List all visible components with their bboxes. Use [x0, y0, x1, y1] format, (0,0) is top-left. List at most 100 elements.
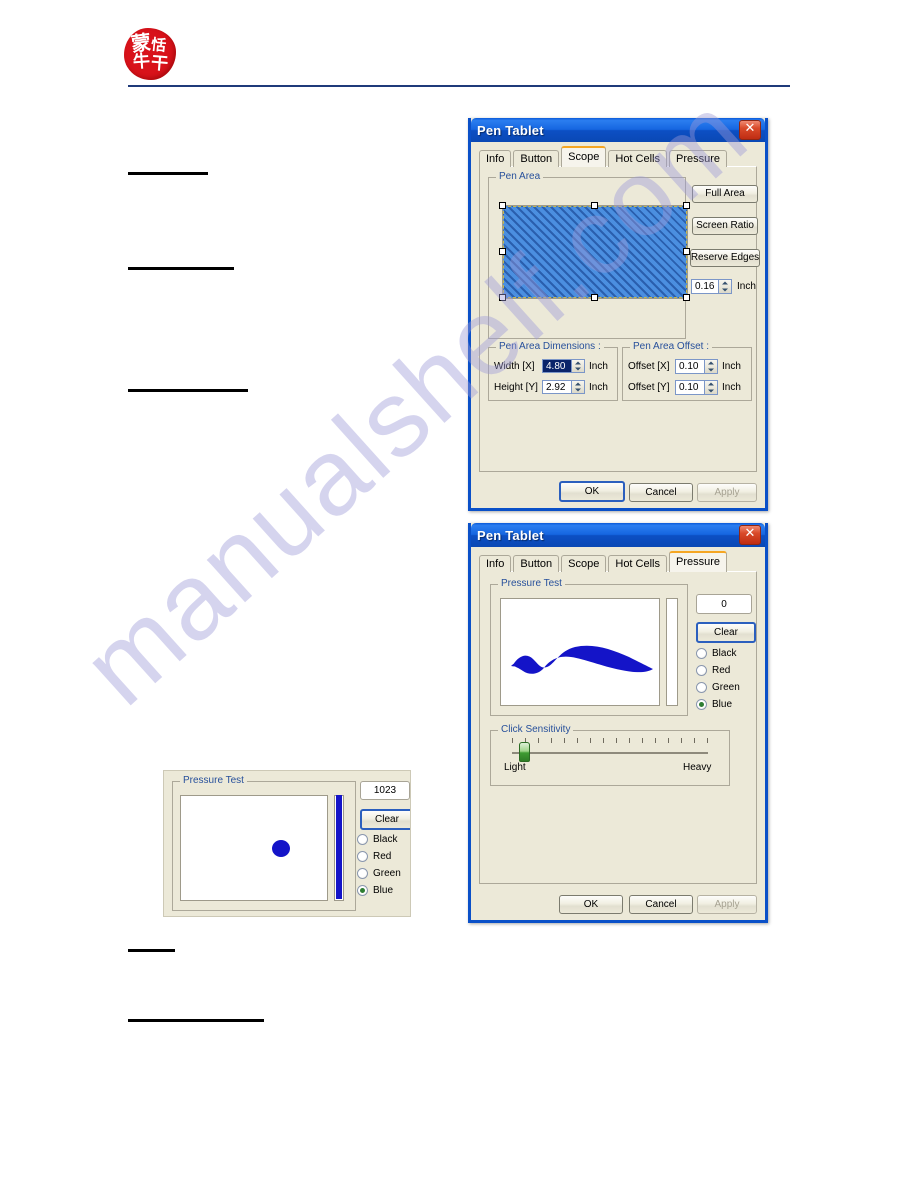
pressure-value-display: 0: [696, 594, 752, 614]
resize-handle-ne[interactable]: [683, 202, 690, 209]
dimensions-group-title: Pen Area Dimensions :: [496, 341, 604, 352]
tab-button[interactable]: Button: [513, 555, 560, 572]
resize-handle-n[interactable]: [591, 202, 598, 209]
tab-scope[interactable]: Scope: [561, 555, 607, 572]
cancel-button[interactable]: Cancel: [629, 895, 693, 914]
dialog-title: Pen Tablet: [477, 122, 544, 138]
reserve-edge-input[interactable]: 0.16: [691, 279, 719, 294]
titlebar[interactable]: Pen Tablet ✕: [471, 118, 765, 142]
inset-pressure-dot: [272, 840, 290, 857]
offset-y-row: Offset [Y] 0.10 Inch: [628, 380, 741, 395]
radio-row-green[interactable]: Green: [696, 682, 740, 693]
offset-x-input[interactable]: 0.10: [675, 359, 705, 374]
resize-handle-sw[interactable]: [499, 294, 506, 301]
cancel-button[interactable]: Cancel: [629, 483, 693, 502]
radio-icon-red[interactable]: [696, 665, 707, 676]
redacted-rule: [128, 172, 208, 175]
inset-radio-row-black[interactable]: Black: [357, 834, 401, 845]
dialog-body: Info Button Scope Hot Cells Pressure Pen…: [471, 142, 765, 508]
width-row: Width [X] 4.80 Inch: [494, 359, 608, 373]
ok-button[interactable]: OK: [559, 895, 623, 914]
sensitivity-thumb[interactable]: [519, 742, 531, 762]
screen-ratio-button[interactable]: Screen Ratio: [692, 217, 758, 235]
resize-handle-se[interactable]: [683, 294, 690, 301]
inset-radio-icon-blue[interactable]: [357, 885, 368, 896]
header-divider: [128, 85, 790, 87]
ok-button[interactable]: OK: [559, 481, 625, 502]
offset-y-unit: Inch: [722, 382, 741, 393]
close-icon[interactable]: ✕: [739, 525, 761, 545]
tab-pressure[interactable]: Pressure: [669, 150, 728, 167]
redacted-rule: [128, 1019, 264, 1022]
height-unit: Inch: [589, 381, 608, 393]
tab-info[interactable]: Info: [479, 150, 512, 167]
resize-handle-nw[interactable]: [499, 202, 506, 209]
tab-hot-cells[interactable]: Hot Cells: [608, 150, 667, 167]
pressure-draw-canvas[interactable]: [500, 598, 660, 706]
dialog-title: Pen Tablet: [477, 527, 544, 543]
inset-radio-row-blue[interactable]: Blue: [357, 885, 401, 896]
sensitivity-min-label: Light: [504, 762, 526, 773]
tab-scope[interactable]: Scope: [561, 146, 607, 167]
pen-tablet-scope-dialog[interactable]: Pen Tablet ✕ Info Button Scope Hot Cells…: [468, 118, 768, 511]
inset-group-title: Pressure Test: [180, 775, 247, 786]
height-stepper[interactable]: [572, 380, 585, 394]
close-icon[interactable]: ✕: [739, 120, 761, 140]
inset-radio-label-green: Green: [373, 868, 401, 879]
radio-row-black[interactable]: Black: [696, 648, 740, 659]
offset-x-stepper[interactable]: [705, 359, 718, 374]
pressure-test-inset[interactable]: Pressure Test 1023 Clear Black Red Green…: [163, 770, 411, 917]
tab-hot-cells[interactable]: Hot Cells: [608, 555, 667, 572]
sensitivity-track[interactable]: [512, 752, 708, 754]
radio-label-green: Green: [712, 682, 740, 693]
offset-y-stepper[interactable]: [705, 380, 718, 395]
height-input[interactable]: 2.92: [542, 380, 572, 394]
red-seal-logo: 蒙 恬 牛 干: [124, 28, 176, 80]
width-input[interactable]: 4.80: [542, 359, 572, 373]
reserve-edge-stepper[interactable]: [719, 279, 732, 294]
inset-radio-label-black: Black: [373, 834, 398, 845]
inset-clear-button[interactable]: Clear: [360, 809, 410, 830]
tab-button[interactable]: Button: [513, 150, 560, 167]
reserve-edges-button[interactable]: Reserve Edges: [690, 249, 760, 267]
pen-area-selection[interactable]: [503, 206, 687, 298]
pen-area-group-title: Pen Area: [496, 171, 544, 182]
radio-icon-black[interactable]: [696, 648, 707, 659]
radio-row-red[interactable]: Red: [696, 665, 740, 676]
titlebar[interactable]: Pen Tablet ✕: [471, 523, 765, 547]
tabpage-scope: Pen Area Full Area Screen Ratio Reserve …: [479, 166, 760, 472]
resize-handle-e[interactable]: [683, 248, 690, 255]
width-stepper[interactable]: [572, 359, 585, 373]
inset-color-radio-group: Black Red Green Blue: [357, 834, 401, 902]
radio-label-blue: Blue: [712, 699, 733, 710]
radio-icon-blue[interactable]: [696, 699, 707, 710]
tab-pressure[interactable]: Pressure: [669, 551, 728, 572]
edge-spinner-row: 0.16 Inch: [691, 279, 756, 294]
resize-handle-s[interactable]: [591, 294, 598, 301]
pen-area-canvas[interactable]: [499, 202, 690, 301]
full-area-button[interactable]: Full Area: [692, 185, 758, 203]
offset-group-title: Pen Area Offset :: [630, 341, 712, 352]
redacted-rule: [128, 267, 234, 270]
offset-y-input[interactable]: 0.10: [675, 380, 705, 395]
inset-radio-icon-green[interactable]: [357, 868, 368, 879]
inset-radio-label-blue: Blue: [373, 885, 394, 896]
inset-draw-canvas[interactable]: [180, 795, 328, 901]
inset-radio-row-green[interactable]: Green: [357, 868, 401, 879]
logo-glyph-4: 干: [150, 53, 169, 75]
resize-handle-w[interactable]: [499, 248, 506, 255]
radio-label-red: Red: [712, 665, 731, 676]
inset-radio-row-red[interactable]: Red: [357, 851, 401, 862]
radio-row-blue[interactable]: Blue: [696, 699, 740, 710]
pen-tablet-pressure-dialog[interactable]: Pen Tablet ✕ Info Button Scope Hot Cells…: [468, 523, 768, 923]
inset-radio-label-red: Red: [373, 851, 392, 862]
tab-info[interactable]: Info: [479, 555, 512, 572]
radio-icon-green[interactable]: [696, 682, 707, 693]
inset-radio-icon-red[interactable]: [357, 851, 368, 862]
inset-radio-icon-black[interactable]: [357, 834, 368, 845]
logo-glyph-2: 恬: [150, 35, 167, 55]
pressure-stroke: [511, 645, 653, 674]
height-row: Height [Y] 2.92 Inch: [494, 380, 608, 394]
sensitivity-max-label: Heavy: [683, 762, 712, 773]
clear-button[interactable]: Clear: [696, 622, 756, 643]
